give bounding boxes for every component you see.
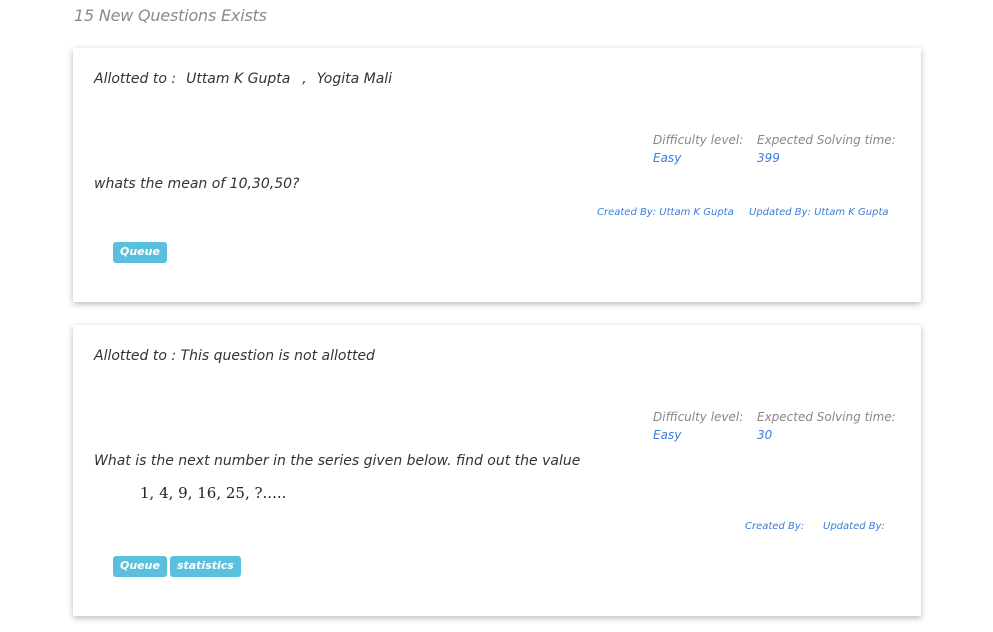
page-title: 15 New Questions Exists <box>74 6 267 25</box>
allotted-name: Yogita Mali <box>316 71 393 87</box>
solving-time-label: Expected Solving time: <box>757 410 896 424</box>
solving-time-label: Expected Solving time: <box>757 133 896 147</box>
allotted-status: This question is not allotted <box>180 348 375 364</box>
difficulty-label: Difficulty level: <box>653 133 744 147</box>
tag-list: Queue statistics <box>113 556 241 577</box>
difficulty-level: Difficulty level: Easy <box>653 408 743 444</box>
updated-by: Updated By: <box>823 521 885 532</box>
allotted-name: Uttam K Gupta <box>186 71 291 87</box>
solving-time-value: 30 <box>757 428 773 442</box>
allotted-label: Allotted to : <box>94 348 177 364</box>
question-text[interactable]: What is the next number in the series gi… <box>94 453 580 469</box>
allotted-separator: , <box>302 71 307 87</box>
allotted-label: Allotted to : <box>94 71 177 87</box>
difficulty-value: Easy <box>653 428 682 442</box>
allotted-to: Allotted to : This question is not allot… <box>94 348 375 364</box>
updated-by: Updated By: Uttam K Gupta <box>749 207 889 218</box>
tag-queue[interactable]: Queue <box>113 556 167 577</box>
expected-solving-time: Expected Solving time: 30 <box>757 408 896 444</box>
question-card: Allotted to : This question is not allot… <box>73 325 921 616</box>
solving-time-value: 399 <box>757 151 780 165</box>
question-card: Allotted to : Uttam K Gupta, Yogita Mali D… <box>73 48 921 302</box>
difficulty-value: Easy <box>653 151 682 165</box>
page: 15 New Questions Exists Allotted to : Utt… <box>0 0 993 632</box>
allotted-to: Allotted to : Uttam K Gupta, Yogita Mali <box>94 71 392 87</box>
tag-statistics[interactable]: statistics <box>169 556 241 577</box>
created-by: Created By: <box>745 521 805 532</box>
tag-queue[interactable]: Queue <box>113 242 167 263</box>
question-text[interactable]: whats the mean of 10,30,50? <box>94 176 299 192</box>
difficulty-label: Difficulty level: <box>653 410 744 424</box>
tag-list: Queue <box>113 242 167 263</box>
expected-solving-time: Expected Solving time: 399 <box>757 131 896 167</box>
series-expression: 1, 4, 9, 16, 25, ?..... <box>140 484 287 502</box>
created-by: Created By: Uttam K Gupta <box>597 207 734 218</box>
difficulty-level: Difficulty level: Easy <box>653 131 743 167</box>
